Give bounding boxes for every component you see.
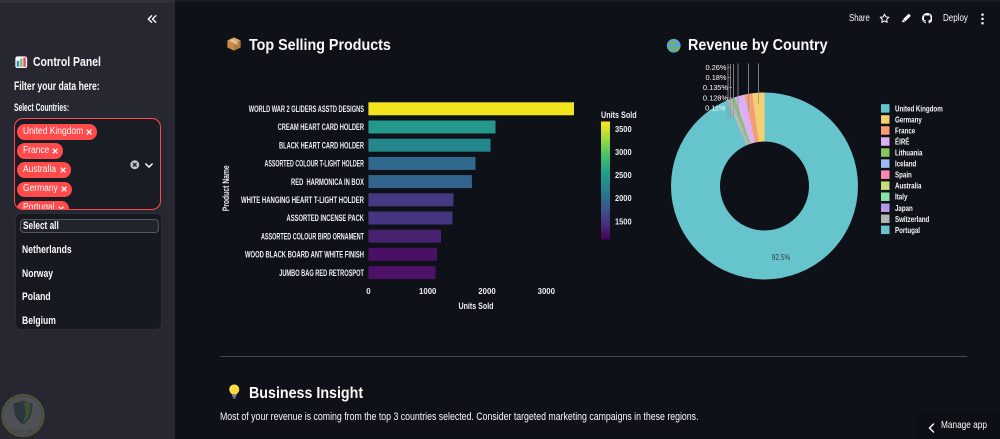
- svg-text:92.5%: 92.5%: [772, 252, 791, 262]
- svg-text:1000: 1000: [419, 286, 437, 296]
- svg-text:3000: 3000: [615, 147, 632, 157]
- svg-text:0.128%: 0.128%: [703, 93, 728, 102]
- svg-text:WORLD WAR 2 GLIDERS ASSTD DESI: WORLD WAR 2 GLIDERS ASSTD DESIGNS: [249, 104, 364, 114]
- svg-text:CREAM HEART CARD HOLDER: CREAM HEART CARD HOLDER: [278, 122, 365, 132]
- svg-text:Units Sold: Units Sold: [459, 301, 494, 311]
- svg-text:Japan: Japan: [895, 203, 913, 213]
- svg-text:WHITE HANGING HEART T-LIGHT HO: WHITE HANGING HEART T-LIGHT HOLDER: [241, 195, 364, 205]
- svg-text:RED HARMONICA IN BOX: RED HARMONICA IN BOX: [291, 177, 364, 187]
- svg-text:ÉIRÉ: ÉIRÉ: [895, 137, 910, 147]
- svg-text:WOOD BLACK BOARD ANT WHITE FIN: WOOD BLACK BOARD ANT WHITE FINISH: [245, 250, 364, 260]
- svg-text:ASSORTED INCENSE PACK: ASSORTED INCENSE PACK: [287, 213, 365, 223]
- svg-text:France: France: [895, 125, 915, 135]
- svg-text:0: 0: [366, 286, 371, 296]
- svg-text:Switzerland: Switzerland: [895, 214, 929, 224]
- svg-text:Italy: Italy: [895, 192, 908, 202]
- svg-text:0.11%: 0.11%: [705, 104, 726, 113]
- svg-text:BLACK HEART CARD HOLDER: BLACK HEART CARD HOLDER: [279, 140, 364, 150]
- svg-text:0.26%: 0.26%: [706, 63, 727, 72]
- svg-text:Portugal: Portugal: [895, 225, 920, 235]
- svg-text:United Kingdom: United Kingdom: [895, 103, 943, 113]
- svg-text:Australia: Australia: [895, 181, 922, 191]
- svg-text:3500: 3500: [615, 124, 632, 134]
- svg-text:0.135%: 0.135%: [703, 83, 728, 92]
- svg-text:Iceland: Iceland: [895, 159, 916, 169]
- svg-text:Units Sold: Units Sold: [601, 110, 637, 120]
- svg-text:2000: 2000: [615, 193, 632, 203]
- svg-text:LEGIT APP: LEGIT APP: [12, 429, 34, 434]
- svg-text:Product Name: Product Name: [221, 165, 231, 211]
- svg-text:ASSORTED COLOUR T-LIGHT HOLDER: ASSORTED COLOUR T-LIGHT HOLDER: [265, 159, 365, 169]
- svg-text:1500: 1500: [615, 216, 632, 226]
- svg-text:Germany: Germany: [895, 114, 922, 124]
- svg-text:0.18%: 0.18%: [706, 73, 727, 82]
- svg-text:ASSORTED COLOUR BIRD ORNAMENT: ASSORTED COLOUR BIRD ORNAMENT: [261, 231, 364, 241]
- svg-text:Lithuania: Lithuania: [895, 148, 923, 158]
- svg-text:JUMBO BAG RED RETROSPOT: JUMBO BAG RED RETROSPOT: [279, 268, 364, 278]
- svg-text:3000: 3000: [538, 286, 556, 296]
- svg-text:Spain: Spain: [895, 170, 912, 180]
- svg-text:2500: 2500: [615, 170, 632, 180]
- svg-text:2000: 2000: [478, 286, 496, 296]
